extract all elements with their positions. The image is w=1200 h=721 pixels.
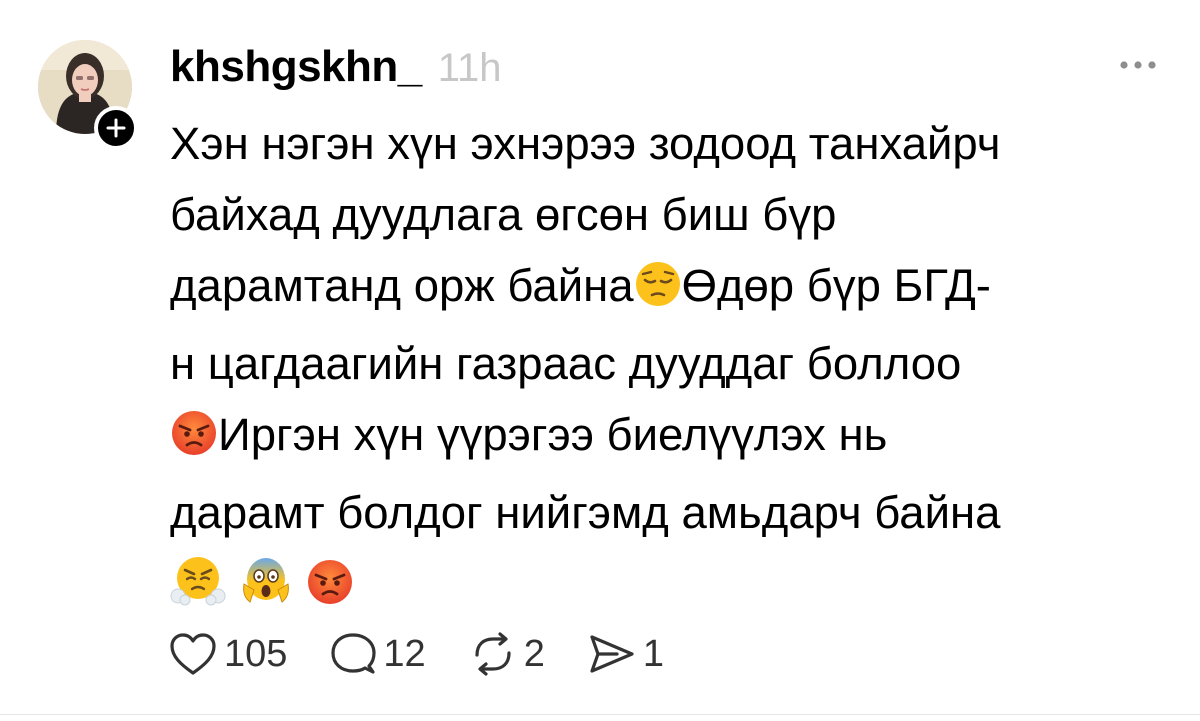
repost-count: 2 [523,632,545,675]
plus-icon [106,118,126,138]
steam-from-nose-face-emoji [170,555,226,626]
share-icon [590,635,634,673]
post-text-line: дарамт болдог нийгэмд амьдарч байна [170,487,1001,538]
post-header: khshgskhn_ 11h [170,42,502,102]
post-text-line: Иргэн хүн үүрэгээ биелүүлэх нь [170,399,1170,477]
angry-face-emoji [170,406,218,477]
share-count: 1 [642,632,664,675]
emoji-line [170,548,1170,626]
more-options-button[interactable] [1116,50,1160,80]
follow-button[interactable] [94,106,138,150]
post-text-segment: дарамтанд орж байна [170,260,634,311]
post-text-line: байхад дуудлага өгсөн биш бүр [170,189,837,240]
post-text-segment: Иргэн хүн үүрэгээ биелүүлэх нь [218,409,888,460]
post-body: Хэн нэгэн хүн эхнэрээ зодоод танхайрч ба… [170,108,1170,626]
post-text-line: дарамтанд орж байна Өдөр бүр БГД- [170,250,1170,328]
thread-post: khshgskhn_ 11h Хэн нэгэн хүн эхнэрээ зод… [0,0,1200,721]
reply-count: 12 [383,632,426,675]
screaming-face-emoji [240,555,292,626]
username-link[interactable]: khshgskhn_ [170,42,422,92]
pensive-face-emoji [634,257,682,328]
post-actions-bar: 105 12 2 1 [168,628,706,680]
divider [0,714,1200,715]
post-text-line: Хэн нэгэн хүн эхнэрээ зодоод танхайрч [170,118,1001,169]
repost-button[interactable]: 2 [468,631,545,677]
post-text-segment: Өдөр бүр БГД- [681,260,991,311]
like-count: 105 [224,632,288,675]
repost-icon [475,632,511,676]
like-button[interactable]: 105 [168,631,287,677]
avatar-container[interactable] [38,40,138,150]
comment-icon [331,633,377,674]
heart-icon [170,633,216,675]
post-text-line: н цагдаагийн газраас дууддаг боллоо [170,338,962,389]
post-timestamp: 11h [437,46,502,90]
share-button[interactable]: 1 [587,631,664,677]
more-icon [1120,61,1156,69]
reply-button[interactable]: 12 [329,631,426,677]
angry-face-emoji [306,555,354,626]
